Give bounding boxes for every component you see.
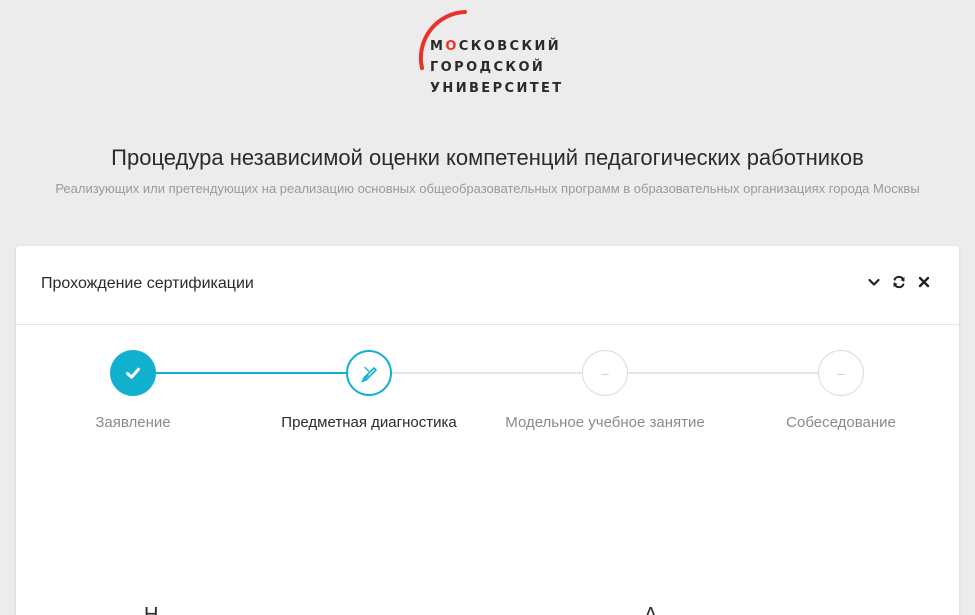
chevron-down-icon[interactable] [867, 275, 881, 289]
logo-wordmark: МОСКОВСКИЙ ГОРОДСКОЙ УНИВЕРСИТЕТ [430, 36, 564, 99]
card-title: Прохождение сертификации [41, 275, 254, 292]
university-logo[interactable]: МОСКОВСКИЙ ГОРОДСКОЙ УНИВЕРСИТЕТ [405, 0, 585, 110]
step-connector-3 [628, 372, 818, 374]
pencil-icon [361, 366, 377, 383]
refresh-icon[interactable] [892, 275, 906, 289]
logo-line-2: ГОРОДСКОЙ [430, 60, 546, 75]
step-2-label: Предметная диагностика [281, 414, 457, 431]
step-3-label: Модельное учебное занятие [505, 414, 705, 431]
step-1-label: Заявление [95, 414, 171, 431]
logo-line-3: УНИВЕРСИТЕТ [430, 81, 564, 96]
certification-card: Прохождение сертификации Заявление Предм… [16, 246, 959, 615]
step-connector-1 [156, 372, 346, 374]
page-subtitle: Реализующих или претендующих на реализац… [55, 181, 920, 196]
content-text-left: Н [144, 604, 159, 615]
page: МОСКОВСКИЙ ГОРОДСКОЙ УНИВЕРСИТЕТ Процеду… [0, 0, 975, 615]
logo-line-1-start: М [430, 39, 446, 54]
certification-stepper: Заявление Предметная диагностика – Модел… [16, 324, 959, 444]
close-icon[interactable] [917, 275, 931, 289]
page-title: Процедура независимой оценки компетенций… [111, 145, 864, 170]
step-4-label: Собеседование [786, 414, 896, 431]
logo-line-1-accent: О [445, 39, 459, 54]
step-3-circle: – [582, 350, 628, 396]
content-text-right: А [644, 604, 658, 615]
check-icon [126, 367, 140, 379]
step-1-circle [110, 350, 156, 396]
step-4-circle: – [818, 350, 864, 396]
logo-line-1: МОСКОВСКИЙ [430, 36, 564, 57]
logo-line-1-rest: СКОВСКИЙ [458, 39, 562, 54]
step-connector-2 [392, 372, 582, 374]
step-2-circle [346, 350, 392, 396]
card-tools [867, 275, 931, 289]
card-header: Прохождение сертификации [16, 246, 959, 325]
